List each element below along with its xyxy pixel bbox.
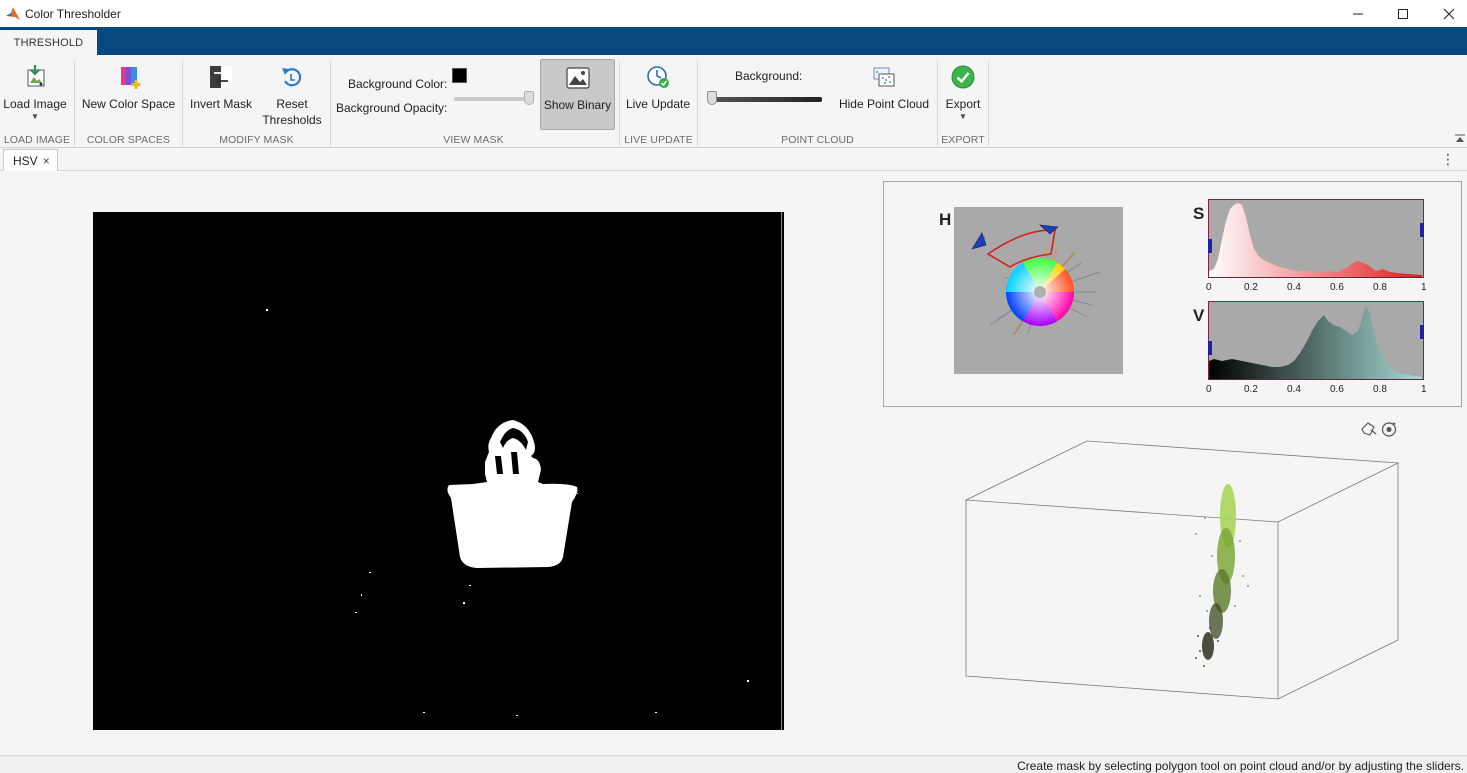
live-update-button[interactable]: Live Update xyxy=(623,64,693,112)
background-opacity-thumb[interactable] xyxy=(524,91,534,105)
point-cloud-background-label: Background: xyxy=(735,69,803,83)
invert-mask-icon xyxy=(210,66,232,88)
s-tick-1: 1 xyxy=(1421,282,1427,293)
export-label: Export xyxy=(945,97,981,111)
s-tick-04: 0.4 xyxy=(1287,282,1301,293)
point-cloud-icon xyxy=(873,67,895,87)
v-tick-08: 0.8 xyxy=(1373,384,1387,395)
modify-mask-caption: MODIFY MASK xyxy=(219,134,294,146)
live-update-label: Live Update xyxy=(625,97,691,111)
binary-mask-image[interactable] xyxy=(93,212,784,730)
window-title: Color Thresholder xyxy=(25,6,121,21)
more-options-icon[interactable]: ⋮ xyxy=(1441,152,1455,166)
new-color-space-icon xyxy=(120,67,140,89)
maximize-icon xyxy=(1398,8,1408,19)
point-cloud-caption: POINT CLOUD xyxy=(781,134,854,146)
minimize-icon xyxy=(1353,13,1363,14)
value-histogram[interactable] xyxy=(1208,301,1426,381)
section-color-spaces: New Color Space COLOR SPACES xyxy=(75,55,182,148)
status-message: Create mask by selecting polygon tool on… xyxy=(1017,759,1464,773)
ribbon-tab-strip: THRESHOLD xyxy=(0,27,1467,55)
status-bar: Create mask by selecting polygon tool on… xyxy=(0,755,1467,773)
section-load-image: Load Image ▼ LOAD IMAGE xyxy=(0,55,74,148)
ribbon-divider xyxy=(988,61,989,146)
live-update-caption: LIVE UPDATE xyxy=(624,134,693,146)
histogram-panel: H S 0 0.2 0.4 0.6 0.8 1 V 0 0.2 0.4 0.6 … xyxy=(883,181,1462,407)
maximize-button[interactable] xyxy=(1380,0,1426,27)
close-window-button[interactable] xyxy=(1426,0,1467,27)
hue-wheel-control[interactable] xyxy=(954,207,1123,374)
ribbon-toolbar: Load Image ▼ LOAD IMAGE New Color Space … xyxy=(0,55,1467,148)
s-tick-02: 0.2 xyxy=(1244,282,1258,293)
reset-icon xyxy=(282,68,302,87)
background-opacity-label: Background Opacity: xyxy=(336,101,448,115)
section-live-update: Live Update LIVE UPDATE xyxy=(620,55,697,148)
reset-thresholds-label-line1: Reset xyxy=(276,97,308,111)
invert-mask-button[interactable]: Invert Mask xyxy=(188,64,254,112)
clock-check-icon xyxy=(647,66,669,88)
v-tick-02: 0.2 xyxy=(1244,384,1258,395)
load-image-dropdown-icon[interactable]: ▼ xyxy=(31,112,39,121)
binary-image-icon xyxy=(565,67,590,89)
background-opacity-slider[interactable] xyxy=(454,97,534,101)
load-image-label: Load Image xyxy=(3,97,67,111)
invert-mask-label: Invert Mask xyxy=(189,97,252,111)
load-image-icon xyxy=(27,65,45,87)
title-bar: Color Thresholder xyxy=(0,0,1467,27)
saturation-axis xyxy=(1208,277,1423,278)
new-color-space-label: New Color Space xyxy=(81,97,176,111)
point-cloud-points xyxy=(1202,484,1236,660)
tab-hsv[interactable]: HSV × xyxy=(3,149,58,171)
reset-thresholds-label-line2: Thresholds xyxy=(262,113,322,127)
document-tab-bar: HSV × ⋮ xyxy=(0,149,1467,171)
section-export: Export ▼ EXPORT xyxy=(938,55,988,148)
export-dropdown-icon[interactable]: ▼ xyxy=(959,112,967,121)
check-circle-icon xyxy=(951,65,975,89)
new-color-space-button[interactable]: New Color Space xyxy=(81,64,176,112)
point-cloud-background-thumb[interactable] xyxy=(707,91,717,105)
load-image-button[interactable]: Load Image ▼ xyxy=(3,64,67,121)
hide-point-cloud-label: Hide Point Cloud xyxy=(838,97,930,111)
close-icon xyxy=(1443,8,1455,19)
minimize-button[interactable] xyxy=(1335,0,1381,27)
collapse-ribbon-icon[interactable] xyxy=(1455,134,1465,143)
v-tick-1: 1 xyxy=(1421,384,1427,395)
value-channel-label: V xyxy=(1193,306,1205,325)
v-tick-0: 0 xyxy=(1206,384,1212,395)
main-workspace: H S 0 0.2 0.4 0.6 0.8 1 V 0 0.2 0.4 0.6 … xyxy=(0,171,1467,755)
color-spaces-caption: COLOR SPACES xyxy=(86,134,171,146)
saturation-histogram[interactable] xyxy=(1208,199,1426,279)
point-cloud-3d-view[interactable] xyxy=(960,436,1405,701)
tab-close-icon[interactable]: × xyxy=(43,154,50,168)
saturation-channel-label: S xyxy=(1193,204,1205,223)
section-modify-mask: Invert Mask Reset Thresholds MODIFY MASK xyxy=(183,55,330,148)
value-axis xyxy=(1208,379,1423,380)
view-mask-caption: VIEW MASK xyxy=(443,134,504,146)
hide-point-cloud-button[interactable]: Hide Point Cloud xyxy=(836,64,932,112)
v-tick-06: 0.6 xyxy=(1330,384,1344,395)
s-tick-08: 0.8 xyxy=(1373,282,1387,293)
export-button[interactable]: Export ▼ xyxy=(940,64,986,121)
s-tick-06: 0.6 xyxy=(1330,282,1344,293)
load-image-caption: LOAD IMAGE xyxy=(3,134,71,146)
v-tick-04: 0.4 xyxy=(1287,384,1301,395)
show-binary-button[interactable]: Show Binary xyxy=(540,59,615,130)
background-color-swatch[interactable] xyxy=(452,68,467,83)
export-caption: EXPORT xyxy=(941,134,985,146)
reset-thresholds-button[interactable]: Reset Thresholds xyxy=(259,64,325,128)
point-cloud-background-slider[interactable] xyxy=(710,97,822,102)
matlab-logo-icon xyxy=(6,6,20,20)
s-tick-0: 0 xyxy=(1206,282,1212,293)
hue-channel-label: H xyxy=(939,210,952,229)
show-binary-label: Show Binary xyxy=(543,98,612,112)
tab-threshold[interactable]: THRESHOLD xyxy=(0,30,97,55)
show-binary-content: Show Binary xyxy=(541,65,614,113)
background-color-label: Background Color: xyxy=(348,77,448,91)
binary-mask-graphic xyxy=(93,212,784,730)
section-point-cloud: Background: Hide Point Cloud POINT CLOUD xyxy=(698,55,937,148)
tab-hsv-label: HSV xyxy=(13,153,38,168)
